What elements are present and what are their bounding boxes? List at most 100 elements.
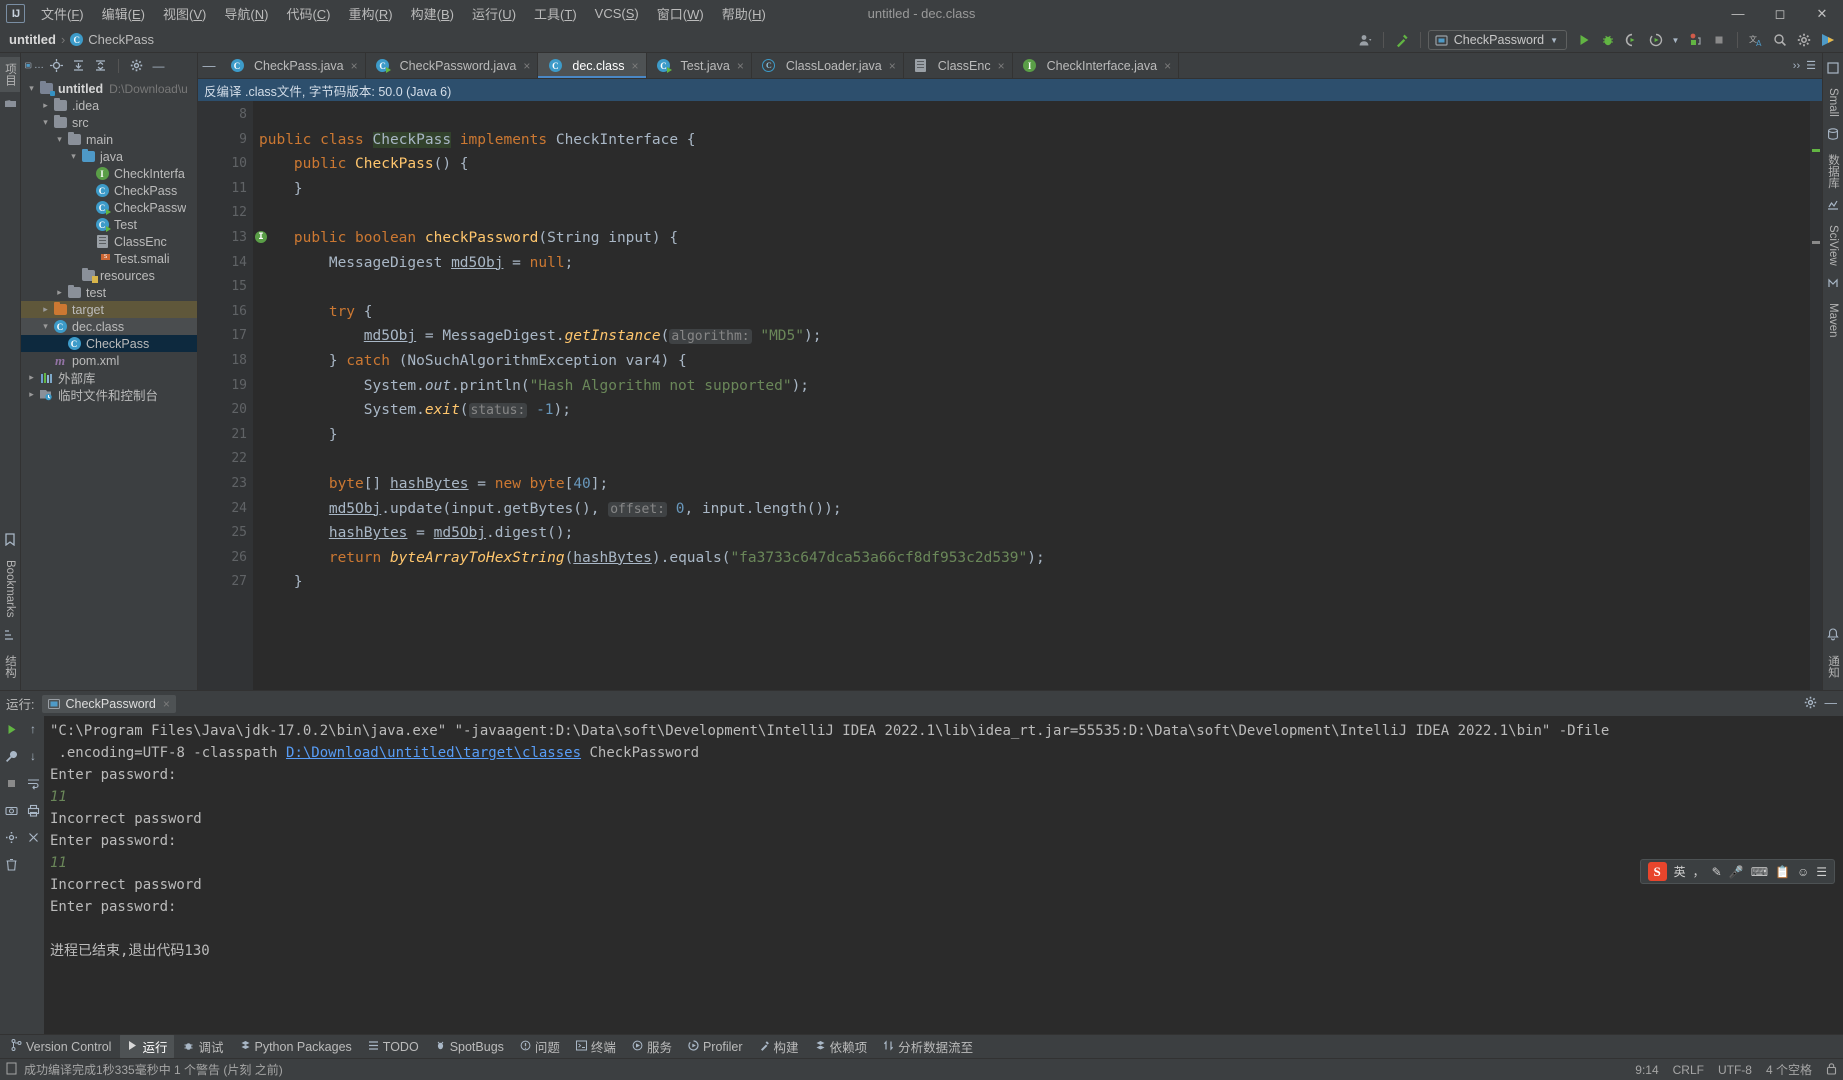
menu-item-5[interactable]: 重构(R) bbox=[341, 0, 401, 27]
line-number-9[interactable]: 9 bbox=[198, 128, 253, 153]
close-icon[interactable]: × bbox=[631, 59, 638, 73]
console-output[interactable]: "C:\Program Files\Java\jdk-17.0.2\bin\ja… bbox=[44, 716, 1843, 1034]
menu-item-1[interactable]: 编辑(E) bbox=[94, 0, 153, 27]
minimize-icon[interactable]: — bbox=[1717, 0, 1759, 27]
tool-window-version-control[interactable]: Version Control bbox=[4, 1036, 118, 1057]
close-icon[interactable]: × bbox=[889, 59, 896, 73]
indent-setting[interactable]: 4 个空格 bbox=[1766, 1061, 1812, 1078]
sciview-icon[interactable] bbox=[1827, 199, 1839, 214]
line-number-26[interactable]: 26 bbox=[198, 546, 253, 571]
menu-item-7[interactable]: 运行(U) bbox=[464, 0, 524, 27]
lock-icon[interactable] bbox=[1826, 1062, 1837, 1078]
menu-item-3[interactable]: 导航(N) bbox=[216, 0, 276, 27]
close-icon[interactable]: × bbox=[998, 59, 1005, 73]
chevron-down-icon[interactable]: ▾ bbox=[25, 83, 38, 94]
tree-node-.idea[interactable]: ▸ .idea bbox=[21, 97, 197, 114]
settings-icon[interactable] bbox=[1804, 696, 1817, 712]
database-icon[interactable] bbox=[1827, 128, 1839, 143]
tool-window---[interactable]: 调试 bbox=[176, 1035, 230, 1058]
camera-icon[interactable] bbox=[2, 801, 20, 819]
caret-position[interactable]: 9:14 bbox=[1635, 1063, 1658, 1077]
line-number-14[interactable]: 14 bbox=[198, 251, 253, 276]
tree-node-classenc[interactable]: ClassEnc bbox=[21, 233, 197, 250]
tree-node-test[interactable]: ▸ test bbox=[21, 284, 197, 301]
soft-wrap-icon[interactable] bbox=[24, 774, 42, 792]
commit-icon[interactable] bbox=[4, 97, 17, 113]
run-icon[interactable] bbox=[1573, 29, 1595, 51]
tree-node-checkpassw[interactable]: C CheckPassw bbox=[21, 199, 197, 216]
chevron-down-icon[interactable]: ▾ bbox=[39, 117, 52, 128]
line-separator[interactable]: CRLF bbox=[1673, 1063, 1704, 1077]
tool-window-------[interactable]: 分析数据流至 bbox=[876, 1035, 980, 1058]
chevron-down-icon[interactable]: ▼ bbox=[1669, 29, 1682, 51]
tabs-collapse-icon[interactable]: — bbox=[198, 53, 220, 78]
editor-tab-checkpass-java[interactable]: C CheckPass.java × bbox=[220, 53, 366, 78]
pen-icon[interactable]: ✎ bbox=[1712, 865, 1722, 879]
tabs-list-icon[interactable]: ☰ bbox=[1806, 59, 1816, 72]
close-icon[interactable]: × bbox=[1164, 59, 1171, 73]
code-editor[interactable]: 8 9 10 11 12 13 I 14 15 16 17 18 19 20 21 22 23 24 25 26 27 … bbox=[198, 101, 1822, 690]
locate-icon[interactable] bbox=[47, 56, 66, 75]
tool-window-todo[interactable]: TODO bbox=[361, 1037, 426, 1057]
editor-tab-test-java[interactable]: C Test.java × bbox=[647, 53, 752, 78]
code-content[interactable]: public class CheckPass implements CheckI… bbox=[253, 101, 1810, 690]
tool-window---[interactable]: 构建 bbox=[752, 1035, 806, 1058]
tool-window-profiler[interactable]: Profiler bbox=[681, 1037, 750, 1057]
close-icon[interactable]: × bbox=[163, 697, 170, 711]
menu-item-4[interactable]: 代码(C) bbox=[278, 0, 338, 27]
sidebar-item-maven[interactable]: Maven bbox=[1825, 297, 1841, 344]
tree-node-main[interactable]: ▾ main bbox=[21, 131, 197, 148]
comma-period-icon[interactable]: ， bbox=[1693, 863, 1705, 880]
sidebar-item-sciview[interactable]: SciView bbox=[1825, 219, 1841, 272]
sidebar-item-project[interactable]: 项目 bbox=[0, 57, 20, 92]
profiler-icon[interactable] bbox=[1645, 29, 1667, 51]
project-view-selector[interactable]: … bbox=[25, 56, 44, 75]
scroll-up-icon[interactable]: ↑ bbox=[24, 720, 42, 738]
editor-tab-classloader-java[interactable]: C ClassLoader.java × bbox=[752, 53, 904, 78]
attach-profiler-icon[interactable] bbox=[1684, 29, 1706, 51]
settings-icon[interactable] bbox=[127, 56, 146, 75]
line-number-10[interactable]: 10 bbox=[198, 152, 253, 177]
console-classpath-link[interactable]: D:\Download\untitled\target\classes bbox=[286, 745, 581, 761]
structure-icon[interactable] bbox=[4, 629, 16, 644]
search-everywhere-icon[interactable] bbox=[1769, 29, 1791, 51]
menu-item-0[interactable]: 文件(F) bbox=[33, 0, 92, 27]
tree-node-test[interactable]: C Test bbox=[21, 216, 197, 233]
tree-node-checkpass[interactable]: C CheckPass bbox=[21, 335, 197, 352]
menu-item-11[interactable]: 帮助(H) bbox=[714, 0, 774, 27]
line-number-27[interactable]: 27 bbox=[198, 570, 253, 595]
stop-icon[interactable] bbox=[1708, 29, 1730, 51]
sidebar-item-notifications[interactable]: 通知 bbox=[1823, 649, 1843, 684]
clear-all-icon[interactable] bbox=[24, 828, 42, 846]
tool-window----[interactable]: 依赖项 bbox=[808, 1035, 875, 1058]
editor-tab-classenc[interactable]: ClassEnc × bbox=[904, 53, 1013, 78]
line-number-24[interactable]: 24 bbox=[198, 497, 253, 522]
bookmarks-icon[interactable] bbox=[4, 533, 16, 549]
tool-window---[interactable]: 运行 bbox=[120, 1035, 175, 1058]
line-number-13[interactable]: 13 I bbox=[198, 226, 267, 251]
breadcrumb-class[interactable]: CheckPass bbox=[88, 32, 154, 47]
line-number-gutter[interactable]: 8 9 10 11 12 13 I 14 15 16 17 18 19 20 21 22 23 24 25 26 27 bbox=[198, 101, 267, 690]
line-number-8[interactable]: 8 bbox=[198, 103, 253, 128]
translate-icon[interactable]: 文A bbox=[1745, 29, 1767, 51]
error-stripe[interactable] bbox=[1810, 101, 1822, 690]
maven-icon[interactable] bbox=[1827, 277, 1839, 292]
tree-node-java[interactable]: ▾ java bbox=[21, 148, 197, 165]
user-icon[interactable] bbox=[1354, 29, 1376, 51]
event-log-icon[interactable] bbox=[6, 1062, 18, 1078]
project-tree[interactable]: ▾ untitled D:\Download\u ▸ .idea ▾ src ▾ main ▾ ja… bbox=[21, 78, 197, 690]
collapse-all-icon[interactable] bbox=[91, 56, 110, 75]
maximize-icon[interactable]: ◻ bbox=[1759, 0, 1801, 27]
breadcrumb-project[interactable]: untitled bbox=[9, 32, 56, 47]
tree-node-src[interactable]: ▾ src bbox=[21, 114, 197, 131]
scroll-down-icon[interactable]: ↓ bbox=[24, 747, 42, 765]
wrench-icon[interactable] bbox=[2, 747, 20, 765]
ime-toolbar[interactable]: S 英 ， ✎ 🎤 ⌨ 📋 ☺ ☰ bbox=[1639, 859, 1835, 884]
line-number-19[interactable]: 19 bbox=[198, 374, 253, 399]
run-tab-checkpassword[interactable]: CheckPassword × bbox=[42, 694, 176, 713]
tree-node---------[interactable]: ▸ 临时文件和控制台 bbox=[21, 386, 197, 403]
menu-item-9[interactable]: VCS(S) bbox=[587, 2, 647, 25]
chevron-right-icon[interactable]: ▸ bbox=[25, 372, 38, 383]
chevron-down-icon[interactable]: ▾ bbox=[39, 321, 52, 332]
updates-icon[interactable] bbox=[1817, 29, 1839, 51]
